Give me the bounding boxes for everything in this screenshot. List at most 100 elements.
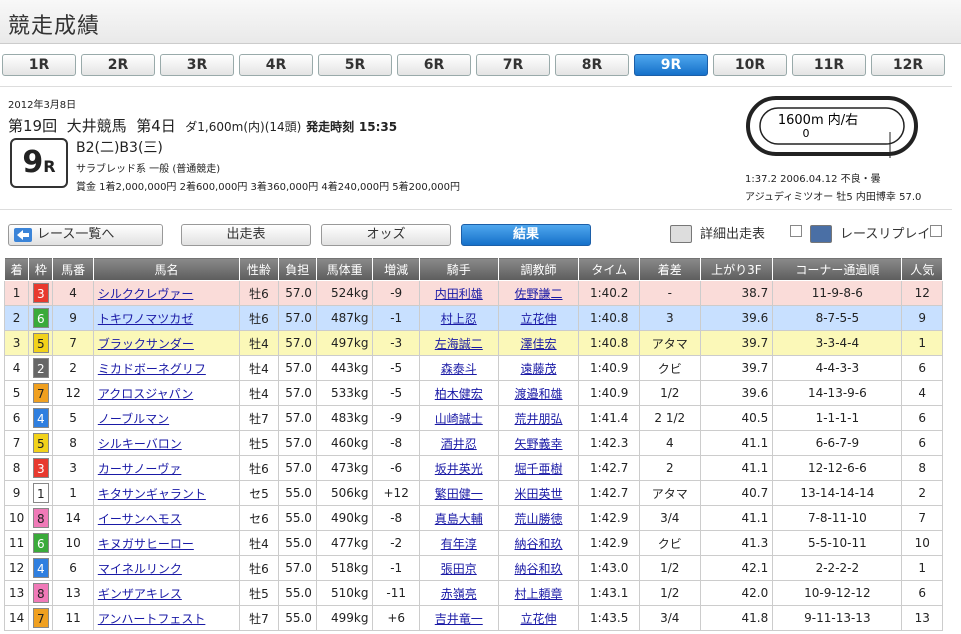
cell-finish: 13 <box>3 580 30 606</box>
cell-trainer[interactable]: 立花伸 <box>497 605 580 631</box>
cell-last-3f: 39.6 <box>699 305 774 331</box>
cell-horse-name[interactable]: シルククレヴァー <box>92 280 241 306</box>
race-tab-5r[interactable]: 5R <box>318 54 392 76</box>
arrow-left-icon <box>14 228 32 242</box>
cell-trainer[interactable]: 堀千亜樹 <box>497 455 580 481</box>
race-tab-7r[interactable]: 7R <box>476 54 550 76</box>
cell-trainer[interactable]: 村上頼章 <box>497 580 580 606</box>
cell-finish: 4 <box>3 355 30 381</box>
cell-trainer[interactable]: 遠藤茂 <box>497 355 580 381</box>
cell-horse-name[interactable]: ノーブルマン <box>92 405 241 431</box>
cell-jockey[interactable]: 坂井英光 <box>418 455 499 481</box>
column-header: 増減 <box>372 257 420 281</box>
race-tab-8r[interactable]: 8R <box>555 54 629 76</box>
cell-jockey[interactable]: 真島大輔 <box>418 505 499 531</box>
table-row: 3 5 7 ブラックサンダー 牡4 57.0 497kg -3 左海誠二 澤佳宏 1:40.8 アタマ… <box>3 330 943 356</box>
race-info-panel: 2012年3月8日 第19回 大井競馬 第4日 ダ1,600m(内)(14頭) … <box>0 86 952 210</box>
cell-frame: 4 <box>28 555 54 581</box>
table-row: 7 5 8 シルキーバロン 牡5 57.0 460kg -8 酒井忍 矢野義幸 1:42.3 4 41.… <box>3 430 943 456</box>
cell-horse-name[interactable]: カーサノーヴァ <box>92 455 241 481</box>
cell-jockey[interactable]: 村上忍 <box>418 305 499 331</box>
cell-weight-carried: 57.0 <box>277 330 317 356</box>
cell-corner-order: 14-13-9-6 <box>772 380 903 406</box>
cell-trainer[interactable]: 矢野義幸 <box>497 430 580 456</box>
cell-horse-name[interactable]: シルキーバロン <box>92 430 241 456</box>
tab-results[interactable]: 結果 <box>461 224 591 246</box>
cell-trainer[interactable]: 佐野謙二 <box>497 280 580 306</box>
cell-horse-name[interactable]: キタサンギャラント <box>92 480 241 506</box>
cell-popularity: 6 <box>901 580 943 606</box>
cell-horse-name[interactable]: ギンザアキレス <box>92 580 241 606</box>
cell-popularity: 9 <box>901 305 943 331</box>
cell-jockey[interactable]: 張田京 <box>418 555 499 581</box>
cell-trainer[interactable]: 米田英世 <box>497 480 580 506</box>
title-bar: 競走成績 <box>0 0 961 44</box>
cell-trainer[interactable]: 澤佳宏 <box>497 330 580 356</box>
cell-jockey[interactable]: 吉井竜一 <box>418 605 499 631</box>
cell-horse-name[interactable]: アンハートフェスト <box>92 605 241 631</box>
cell-jockey[interactable]: 柏木健宏 <box>418 380 499 406</box>
cell-jockey[interactable]: 繁田健一 <box>418 480 499 506</box>
cell-horse-number: 5 <box>52 405 94 431</box>
race-tab-2r[interactable]: 2R <box>81 54 155 76</box>
cell-jockey[interactable]: 内田利雄 <box>418 280 499 306</box>
tab-odds[interactable]: オッズ <box>321 224 451 246</box>
cell-trainer[interactable]: 納谷和玖 <box>497 555 580 581</box>
cell-weight-carried: 55.0 <box>277 530 317 556</box>
race-tab-9r[interactable]: 9R <box>634 54 708 76</box>
table-row: 12 4 6 マイネルリンク 牡6 57.0 518kg -1 張田京 納谷和玖 1:43.0 1/2… <box>3 555 943 581</box>
cell-trainer[interactable]: 渡邉和雄 <box>497 380 580 406</box>
cell-jockey[interactable]: 森泰斗 <box>418 355 499 381</box>
cell-weight-change: -9 <box>372 280 420 306</box>
cell-corner-order: 4-4-3-3 <box>772 355 903 381</box>
race-tab-1r[interactable]: 1R <box>2 54 76 76</box>
cell-sex-age: 牡6 <box>239 305 279 331</box>
cell-weight-carried: 55.0 <box>277 605 317 631</box>
race-tab-10r[interactable]: 10R <box>713 54 787 76</box>
cell-body-weight: 483kg <box>315 405 374 431</box>
race-tab-11r[interactable]: 11R <box>792 54 866 76</box>
race-list-label: レース一覧へ <box>37 227 115 242</box>
cell-jockey[interactable]: 山崎誠士 <box>418 405 499 431</box>
cell-jockey[interactable]: 酒井忍 <box>418 430 499 456</box>
cell-horse-number: 12 <box>52 380 94 406</box>
tab-entries[interactable]: 出走表 <box>181 224 311 246</box>
cell-frame: 2 <box>28 355 54 381</box>
cell-horse-number: 11 <box>52 605 94 631</box>
cell-body-weight: 443kg <box>315 355 374 381</box>
column-header: コーナー通過順 <box>772 257 903 281</box>
cell-weight-change: -2 <box>372 530 420 556</box>
cell-horse-number: 2 <box>52 355 94 381</box>
cell-margin: 1/2 <box>638 580 701 606</box>
column-header: 上がり3F <box>699 257 774 281</box>
cell-jockey[interactable]: 赤嶺亮 <box>418 580 499 606</box>
cell-time: 1:40.9 <box>578 380 640 406</box>
cell-weight-carried: 57.0 <box>277 380 317 406</box>
cell-trainer[interactable]: 納谷和玖 <box>497 530 580 556</box>
race-tab-12r[interactable]: 12R <box>871 54 945 76</box>
cell-corner-order: 6-6-7-9 <box>772 430 903 456</box>
detail-entries-button[interactable]: 詳細出走表 <box>670 223 802 247</box>
cell-horse-name[interactable]: キヌガサヒーロー <box>92 530 241 556</box>
cell-horse-name[interactable]: ミカドボーネグリフ <box>92 355 241 381</box>
table-header-row: 着枠馬番 馬名 性齢 負担 馬体重 増減 騎手 調教師 タイム 着差 上がり3F コーナー通過順 人気 <box>3 257 943 281</box>
cell-sex-age: 牡4 <box>239 355 279 381</box>
cell-horse-name[interactable]: トキワノマツカゼ <box>92 305 241 331</box>
cell-horse-name[interactable]: マイネルリンク <box>92 555 241 581</box>
cell-last-3f: 41.3 <box>699 530 774 556</box>
cell-horse-name[interactable]: イーサンヘモス <box>92 505 241 531</box>
cell-horse-name[interactable]: アクロスジャパン <box>92 380 241 406</box>
cell-jockey[interactable]: 左海誠二 <box>418 330 499 356</box>
cell-trainer[interactable]: 立花伸 <box>497 305 580 331</box>
race-replay-button[interactable]: レースリプレイ <box>810 223 942 247</box>
cell-margin: 3/4 <box>638 605 701 631</box>
race-list-button[interactable]: レース一覧へ <box>8 224 163 246</box>
race-tab-3r[interactable]: 3R <box>160 54 234 76</box>
cell-trainer[interactable]: 荒井朋弘 <box>497 405 580 431</box>
cell-corner-order: 10-9-12-12 <box>772 580 903 606</box>
cell-trainer[interactable]: 荒山勝徳 <box>497 505 580 531</box>
cell-jockey[interactable]: 有年淳 <box>418 530 499 556</box>
race-tab-4r[interactable]: 4R <box>239 54 313 76</box>
race-tab-6r[interactable]: 6R <box>397 54 471 76</box>
cell-horse-name[interactable]: ブラックサンダー <box>92 330 241 356</box>
